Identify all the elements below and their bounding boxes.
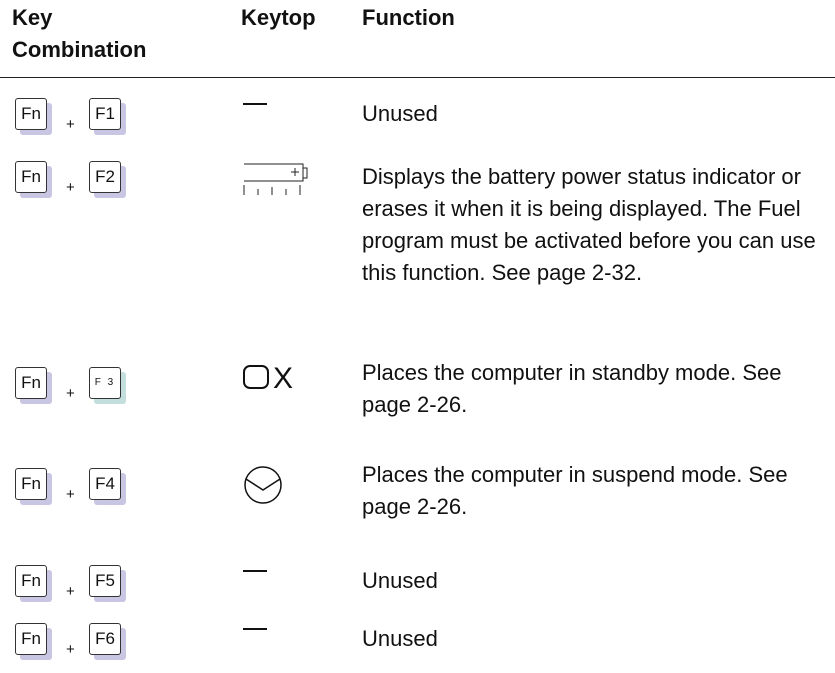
plus-sign: +	[66, 641, 75, 658]
plus-sign: +	[66, 583, 75, 600]
fn-key: Fn	[15, 468, 47, 500]
fn-key: Fn	[15, 565, 47, 597]
dash-icon	[243, 570, 267, 572]
plus-sign: +	[66, 116, 75, 133]
plus-sign: +	[66, 179, 75, 196]
dash-icon	[243, 628, 267, 630]
plus-sign: +	[66, 385, 75, 402]
column-header-key-combination: Key Combination	[12, 5, 147, 62]
f5-key: F5	[89, 565, 121, 597]
dash-icon	[243, 103, 267, 105]
f3-key: F 3	[89, 367, 121, 399]
f2-key: F2	[89, 161, 121, 193]
function-description: Displays the battery power status indica…	[362, 164, 816, 285]
fn-key: Fn	[15, 161, 47, 193]
function-description: Places the computer in standby mode. See…	[362, 360, 782, 417]
function-description: Places the computer in suspend mode. See…	[362, 462, 788, 519]
key-combination: Fn + F4	[15, 468, 165, 518]
battery-status-icon	[243, 163, 308, 195]
suspend-moon-icon	[244, 466, 282, 504]
fn-key: Fn	[15, 623, 47, 655]
key-combination: Fn + F5	[15, 565, 165, 615]
f1-key: F1	[89, 98, 121, 130]
key-combination: Fn + F2	[15, 161, 165, 211]
function-description: Unused	[362, 626, 438, 651]
column-header-keytop: Keytop	[241, 5, 316, 30]
fn-key: Fn	[15, 367, 47, 399]
standby-icon: X	[243, 362, 293, 393]
key-combination: Fn + F 3	[15, 367, 165, 417]
standby-x-text: X	[273, 362, 293, 393]
f4-key: F4	[89, 468, 121, 500]
key-combination: Fn + F1	[15, 98, 165, 148]
function-description: Unused	[362, 101, 438, 126]
f6-key: F6	[89, 623, 121, 655]
header-divider	[0, 77, 835, 78]
function-description: Unused	[362, 568, 438, 593]
column-header-function: Function	[362, 5, 455, 30]
plus-sign: +	[66, 486, 75, 503]
key-combination: Fn + F6	[15, 623, 165, 673]
fn-key: Fn	[15, 98, 47, 130]
